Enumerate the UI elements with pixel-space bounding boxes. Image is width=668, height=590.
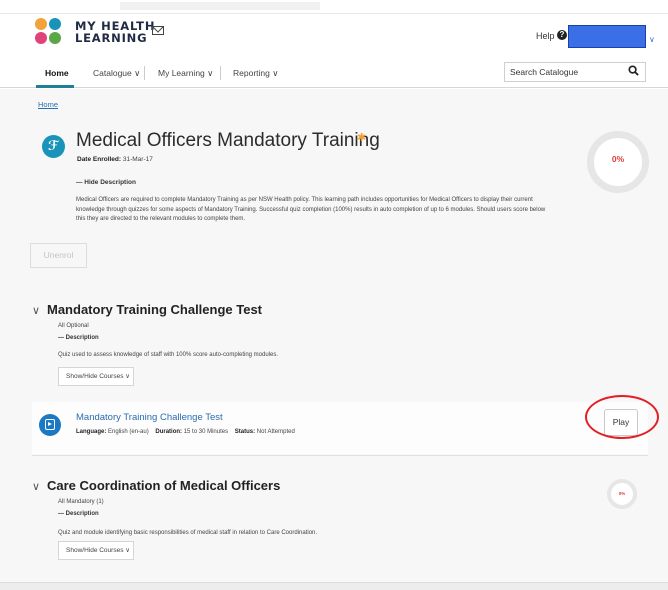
nav-divider	[144, 66, 145, 80]
page-title: Medical Officers Mandatory Training	[76, 130, 380, 151]
section-progress-label: 0%	[618, 491, 626, 496]
learning-path-description: Medical Officers are required to complet…	[76, 197, 546, 222]
breadcrumb[interactable]: Home	[38, 100, 58, 109]
duration-value: 15 to 30 Minutes	[183, 429, 229, 435]
footer-divider	[0, 582, 668, 590]
annotation-circle	[585, 395, 659, 439]
status-label: Status:	[234, 429, 256, 435]
progress-label: 0%	[611, 154, 625, 164]
description-toggle[interactable]: — Description	[58, 511, 99, 517]
show-hide-courses-button[interactable]: Show/Hide Courses ∨	[58, 367, 134, 386]
divider	[32, 455, 648, 456]
learning-path-icon: ℱ	[42, 135, 65, 158]
user-menu-button[interactable]	[568, 25, 646, 48]
main-content: Home ℱ Medical Officers Mandatory Traini…	[0, 89, 668, 590]
chevron-down-icon[interactable]: ∨	[649, 35, 655, 44]
active-tab-indicator	[36, 85, 74, 88]
course-title-link[interactable]: Mandatory Training Challenge Test	[76, 412, 223, 423]
course-meta: Language: English (en-au) Duration: 15 t…	[76, 429, 295, 435]
section-title[interactable]: Care Coordination of Medical Officers	[47, 478, 280, 493]
tab-home[interactable]: Home	[45, 68, 69, 78]
search-icon[interactable]	[628, 65, 639, 76]
status-value: Not Attempted	[256, 429, 295, 435]
question-circle-icon[interactable]: ?	[557, 30, 567, 40]
top-strip	[0, 0, 668, 14]
language-value: English (en-au)	[108, 429, 149, 435]
help-link[interactable]: Help	[536, 31, 555, 41]
date-enrolled: Date Enrolled: 31-Mar-17	[77, 156, 153, 163]
course-row	[32, 402, 648, 454]
tab-my-learning[interactable]: My Learning ∨	[158, 68, 213, 79]
tab-reporting[interactable]: Reporting ∨	[233, 68, 278, 79]
language-label: Language:	[76, 429, 107, 435]
brand-name-line2: LEARNING	[75, 31, 148, 45]
top-strip-ghost	[120, 2, 320, 10]
star-icon[interactable]: ✱	[357, 131, 366, 144]
section-description: Quiz used to assess knowledge of staff w…	[58, 352, 279, 358]
logo-icon[interactable]	[35, 18, 63, 46]
date-enrolled-label: Date Enrolled:	[77, 156, 122, 163]
search-placeholder: Search Catalogue	[510, 67, 579, 77]
section-description: Quiz and module identifying basic respon…	[58, 530, 318, 536]
show-hide-courses-button[interactable]: Show/Hide Courses ∨	[58, 541, 134, 560]
duration-label: Duration:	[155, 429, 183, 435]
course-play-icon	[39, 414, 61, 436]
section-requirement: All Optional	[58, 323, 89, 329]
description-toggle[interactable]: — Description	[58, 335, 99, 341]
section-progress-ring: 0%	[607, 479, 637, 509]
hide-description-toggle[interactable]: — Hide Description	[76, 179, 136, 186]
section-requirement: All Mandatory (1)	[58, 499, 104, 505]
unenrol-button[interactable]: Unenrol	[30, 243, 87, 268]
search-input[interactable]: Search Catalogue	[504, 62, 646, 82]
date-enrolled-value: 31-Mar-17	[122, 156, 153, 163]
mail-icon[interactable]	[152, 26, 164, 35]
tab-catalogue[interactable]: Catalogue ∨	[93, 68, 140, 79]
chevron-down-icon[interactable]: ∨	[32, 304, 40, 317]
section-title[interactable]: Mandatory Training Challenge Test	[47, 302, 262, 317]
chevron-down-icon[interactable]: ∨	[32, 480, 40, 493]
brand-name: MY HEALTH LEARNING	[75, 20, 155, 44]
nav-divider	[220, 66, 221, 80]
progress-ring: 0%	[587, 131, 649, 193]
